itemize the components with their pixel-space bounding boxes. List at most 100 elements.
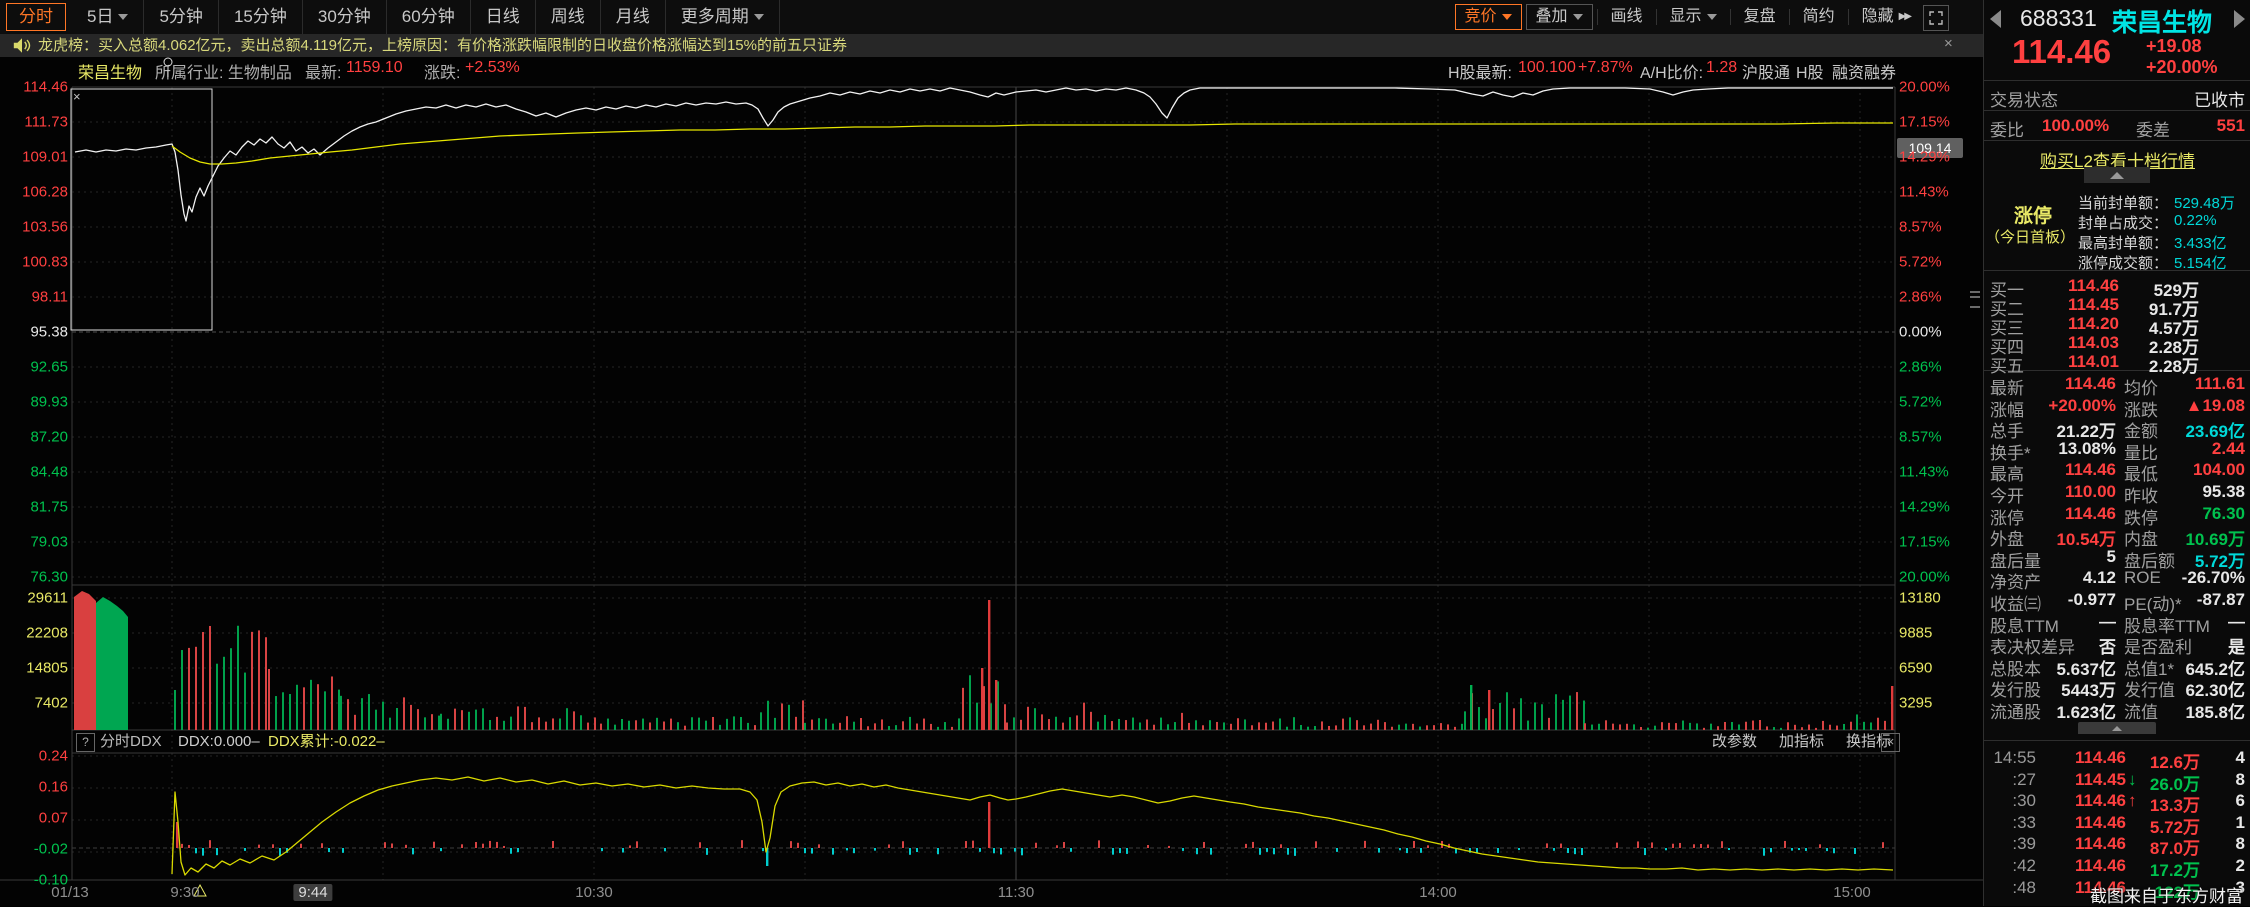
collapse-ticks-tab[interactable] <box>2078 722 2156 734</box>
stat-value: -26.70% <box>2181 568 2245 588</box>
percent-axis-label: 11.43% <box>1899 463 1949 481</box>
collapse-top-tab[interactable] <box>2084 167 2150 183</box>
volume-axis-label: 22208 <box>26 624 68 642</box>
stat-value: -87.87 <box>2196 590 2245 609</box>
last-price: 114.46 <box>2012 33 2112 70</box>
stock-code: 688331 <box>2020 5 2097 31</box>
limit-stat-label: 最高封单额： <box>2078 235 2169 252</box>
price-axis-label: 106.28 <box>22 183 68 201</box>
price-axis-label: 109.01 <box>22 148 68 166</box>
stat-value: 114.46 <box>2064 374 2116 393</box>
limit-up-title: 涨停 <box>2014 206 2053 227</box>
price-axis-label: 100.83 <box>22 253 68 271</box>
limit-stat-label: 当前封单额： <box>2078 195 2169 212</box>
percent-axis-label: 20.00% <box>1899 78 1950 96</box>
stat-value: 110.00 <box>2064 482 2116 501</box>
stat-value: 111.61 <box>2194 374 2245 393</box>
time-axis-label: 9:44 <box>293 884 333 901</box>
percent-axis-label: 17.15% <box>1899 113 1950 131</box>
volume-axis-label: 9885 <box>1899 624 1933 642</box>
limit-stat-label: 涨停成交额： <box>2078 255 2169 272</box>
percent-axis-label: 0.00% <box>1899 323 1942 341</box>
price-change-pct: +20.00% <box>2146 57 2218 77</box>
chevron-up-icon <box>2112 725 2122 731</box>
ddx-value: DDX:0.000– <box>178 733 260 750</box>
ddx-action-2[interactable]: 加指标 <box>1779 733 1824 750</box>
ddx-action-1[interactable]: 改参数 <box>1712 733 1757 750</box>
weibi-label: 委比 <box>1990 121 2024 140</box>
tick-count: 1 <box>2235 812 2245 832</box>
indicator-close-icon[interactable]: × <box>1881 733 1900 752</box>
price-axis-label: 95.38 <box>30 323 68 341</box>
stat-value: — <box>2099 611 2116 631</box>
percent-axis-label: 14.29% <box>1899 148 1950 166</box>
tick-count: 6 <box>2235 791 2245 811</box>
weicha-value: 551 <box>2216 116 2245 135</box>
stat-value: 114.46 <box>2064 503 2116 523</box>
tick-time: :33 <box>2012 812 2036 832</box>
percent-axis-label: 8.57% <box>1899 218 1942 236</box>
ddx-title[interactable]: 分时DDX <box>100 731 162 753</box>
weicha-label: 委差 <box>2136 121 2170 140</box>
stat-value: 114.46 <box>2064 460 2116 480</box>
limit-stat-value: 3.433亿 <box>2174 235 2227 252</box>
ddx-axis-label: 0.24 <box>38 747 68 765</box>
trade-status-label: 交易状态 <box>1990 91 2058 110</box>
ddx-axis-label: -0.02 <box>33 840 68 858</box>
ddx-axis-label: 0.16 <box>38 778 68 796</box>
tick-time: :30 <box>2012 791 2036 811</box>
weibi-value: 100.00% <box>2042 116 2110 135</box>
ddx-axis-label: 0.07 <box>38 809 68 827</box>
price-axis-label: 79.03 <box>30 533 68 551</box>
tick-count: 8 <box>2235 834 2245 854</box>
price-axis-label: 87.20 <box>30 428 68 446</box>
orderbook-price: 114.20 <box>2067 314 2119 333</box>
tick-time: :42 <box>2012 856 2036 875</box>
stat-value: ▲19.08 <box>2185 395 2245 415</box>
tick-time: :27 <box>2012 769 2036 789</box>
tick-count: 8 <box>2235 769 2245 789</box>
stat-value: 104.00 <box>2193 460 2245 480</box>
stat-value: 1.623亿 <box>2056 703 2116 722</box>
time-axis-label: 01/13 <box>51 884 89 901</box>
volume-axis-label: 6590 <box>1899 659 1933 677</box>
app-root: 分时 5日 5分钟 15分钟 30分钟 60分钟 日线 周线 月线 更多周期 竞价 叠加 画线 显示 复盘… <box>0 0 2250 906</box>
stat-value: 95.38 <box>2202 482 2245 501</box>
volume-axis-label: 7402 <box>34 694 68 712</box>
tick-count: 4 <box>2235 748 2245 767</box>
price-axis-label: 98.11 <box>31 288 68 306</box>
time-axis-label: 11:30 <box>997 884 1035 901</box>
volume-axis-label: 14805 <box>26 659 68 677</box>
percent-axis-label: 5.72% <box>1899 393 1942 411</box>
price-axis-label: 84.48 <box>30 463 68 481</box>
volume-axis-label: 13180 <box>1899 589 1941 607</box>
stat-value: 4.12 <box>2082 568 2116 588</box>
volume-axis-label: 3295 <box>1899 694 1933 712</box>
help-icon[interactable]: ? <box>76 733 95 752</box>
price-axis-label: 76.30 <box>30 568 68 586</box>
tick-count: 2 <box>2235 856 2245 875</box>
next-stock-icon[interactable] <box>2234 10 2245 28</box>
tick-time: :39 <box>2012 834 2036 854</box>
ddx-cumulative-value: DDX累计:-0.022– <box>268 733 385 750</box>
prev-stock-icon[interactable] <box>1990 10 2001 28</box>
time-axis-label: 15:00 <box>1833 884 1871 901</box>
tick-time: 14:55 <box>1993 748 2036 767</box>
stat-value: +20.00% <box>2048 395 2116 415</box>
volume-axis-label: 29611 <box>27 589 68 607</box>
trade-status-value: 已收市 <box>2194 91 2245 110</box>
stat-value: 76.30 <box>2202 503 2245 523</box>
price-axis-label: 103.56 <box>22 218 68 236</box>
close-auction-icon[interactable]: × <box>73 90 81 103</box>
stat-value: 5 <box>2106 546 2116 566</box>
percent-axis-label: 5.72% <box>1899 253 1942 271</box>
price-axis-label: 92.65 <box>30 358 68 376</box>
price-axis-label: 89.93 <box>30 393 68 411</box>
price-axis-label: 114.46 <box>23 78 68 96</box>
tick-time: :48 <box>2012 877 2036 897</box>
intraday-chart-canvas[interactable] <box>0 0 1983 906</box>
orderbook-price: 114.01 <box>2067 352 2119 371</box>
percent-axis-label: 20.00% <box>1899 568 1950 586</box>
limit-up-subtitle: （今日首板） <box>1985 229 2076 246</box>
chart-region: 分时 5日 5分钟 15分钟 30分钟 60分钟 日线 周线 月线 更多周期 竞价 叠加 画线 显示 复盘… <box>0 0 1983 906</box>
